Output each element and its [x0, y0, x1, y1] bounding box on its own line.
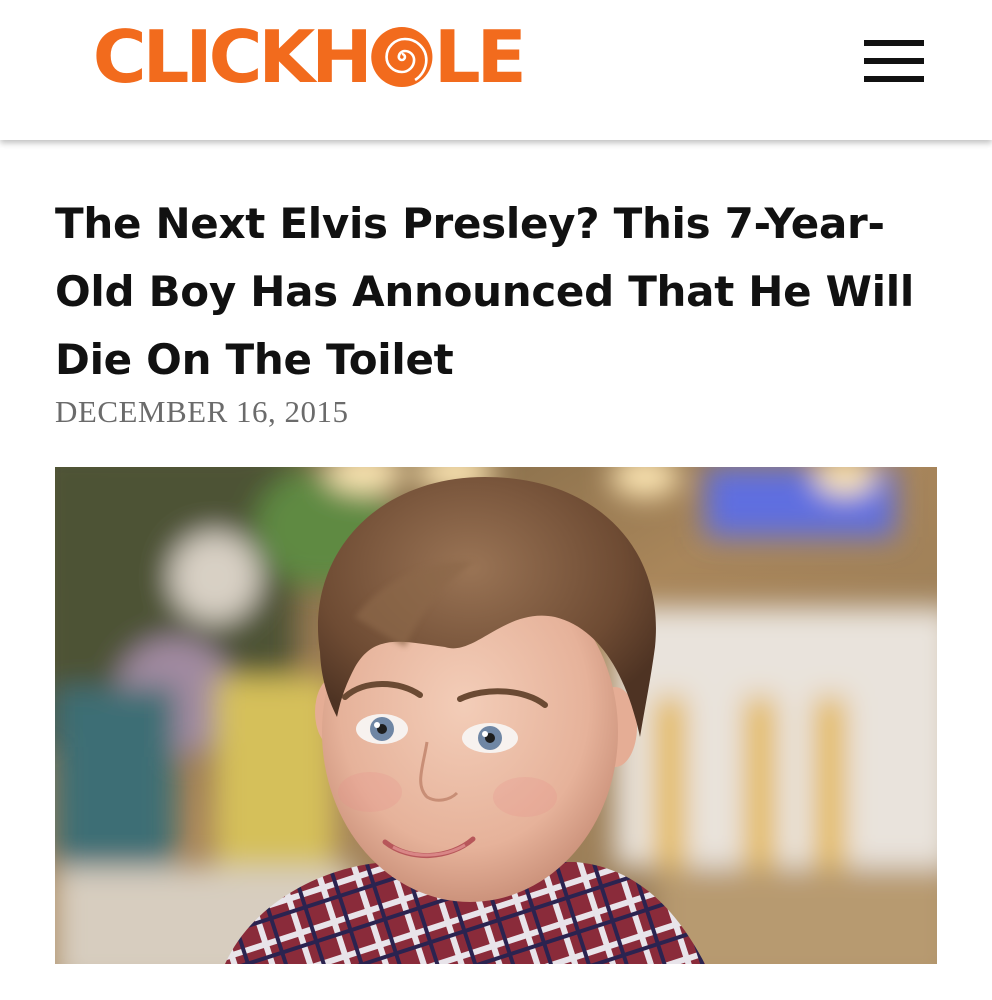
hamburger-menu-button[interactable]: [860, 36, 926, 86]
hero-photo: [55, 467, 937, 964]
logo-wordmark: CLICKH LE: [92, 15, 527, 99]
logo-text-left: CLICKH: [92, 15, 373, 99]
clickhole-logo[interactable]: CLICKH LE: [93, 21, 527, 93]
article-title: The Next Elvis Presley? This 7-Year-Old …: [55, 199, 914, 384]
article-date: DECEMBER 16, 2015: [55, 394, 349, 429]
logo-text-right: LE: [433, 15, 527, 99]
spiral-logo-icon: [371, 27, 433, 87]
site-header: CLICKH LE: [0, 0, 992, 140]
article-hero-image: [55, 467, 937, 964]
